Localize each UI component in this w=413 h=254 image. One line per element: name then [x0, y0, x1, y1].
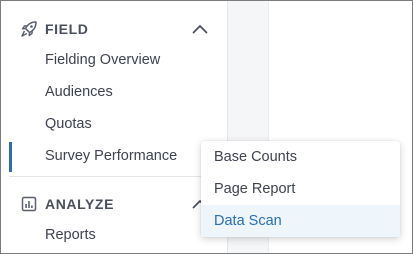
field-section-header[interactable]: FIELD — [1, 14, 227, 44]
analyze-section-label: ANALYZE — [45, 196, 115, 212]
chevron-up-icon[interactable] — [190, 21, 210, 37]
sidebar-item-label: Quotas — [45, 116, 92, 132]
sidebar-item-reports[interactable]: Reports — [1, 221, 227, 251]
sidebar-item-fielding-overview[interactable]: Fielding Overview — [1, 46, 227, 76]
analyze-section-header[interactable]: ANALYZE — [1, 189, 227, 219]
sidebar-item-survey-performance[interactable]: Survey Performance — [1, 142, 227, 172]
sidebar-item-label: Survey Performance — [45, 148, 178, 164]
field-section-label: FIELD — [45, 21, 89, 37]
rocket-icon — [20, 20, 38, 38]
menu-item-label: Page Report — [214, 181, 296, 197]
sidebar-item-quotas[interactable]: Quotas — [1, 110, 227, 140]
sidebar-item-label: Fielding Overview — [45, 52, 161, 68]
survey-performance-flyout-menu: Base Counts Page Report Data Scan — [201, 141, 400, 237]
sidebar-item-label: Audiences — [45, 84, 113, 100]
app-window: FIELD Fielding Overview Audiences Quotas… — [0, 0, 413, 254]
menu-item-data-scan[interactable]: Data Scan — [201, 205, 400, 237]
sidebar-item-label: Reports — [45, 227, 96, 243]
menu-item-base-counts[interactable]: Base Counts — [201, 141, 400, 173]
menu-item-label: Base Counts — [214, 149, 298, 165]
sidebar-item-audiences[interactable]: Audiences — [1, 78, 227, 108]
section-divider — [9, 176, 227, 177]
sidebar-nav: FIELD Fielding Overview Audiences Quotas… — [1, 1, 228, 253]
bar-chart-icon — [20, 195, 38, 213]
menu-item-page-report[interactable]: Page Report — [201, 173, 400, 205]
menu-item-label: Data Scan — [214, 213, 282, 229]
